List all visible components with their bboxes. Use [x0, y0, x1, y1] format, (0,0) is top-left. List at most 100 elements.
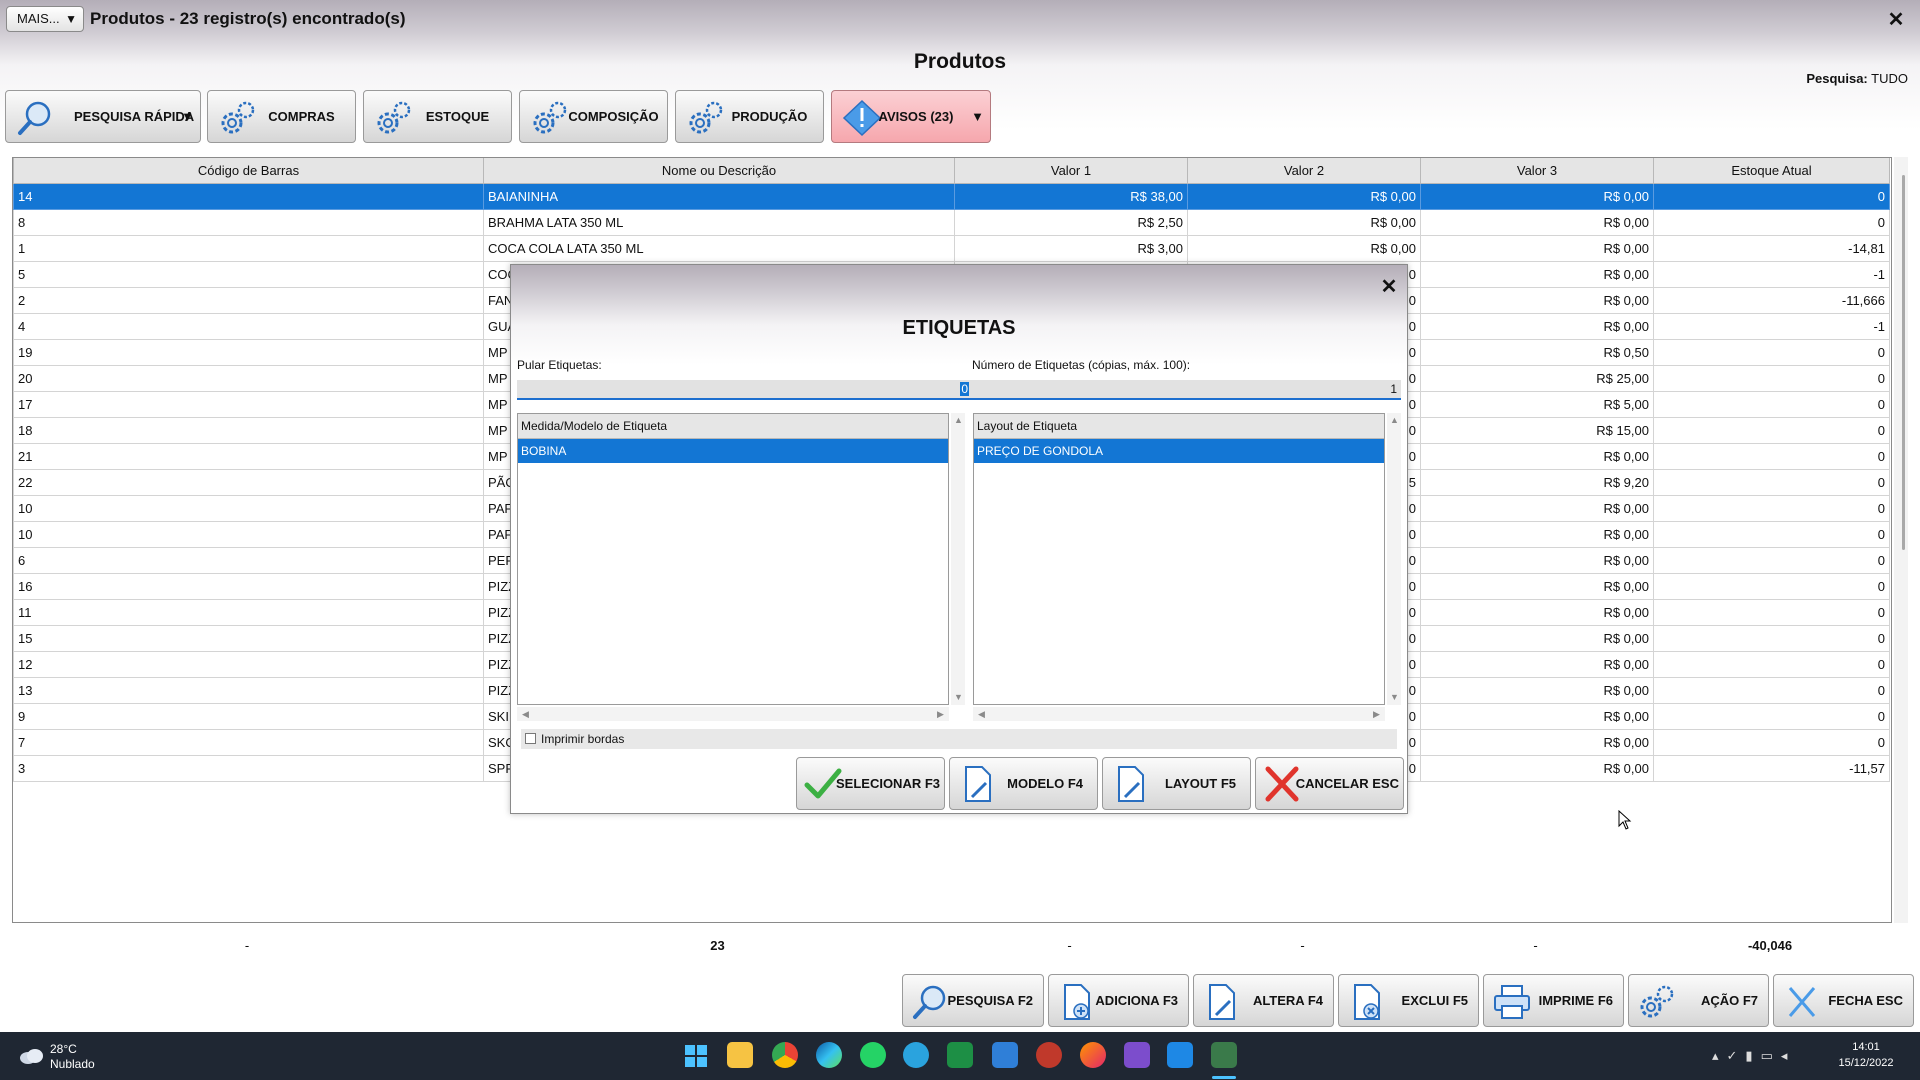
table-scrollbar-thumb[interactable] [1902, 175, 1905, 550]
composition-button[interactable]: COMPOSIÇÃO [519, 90, 668, 143]
cell-value3[interactable]: R$ 0,00 [1420, 495, 1654, 522]
cell-barcode[interactable]: 1 [13, 235, 484, 262]
quick-search-dropdown-icon[interactable]: ▼ [181, 91, 194, 142]
erp-app-icon[interactable] [1211, 1042, 1237, 1068]
search-button[interactable]: PESQUISA F2 [902, 974, 1044, 1027]
label-layout-item[interactable]: PREÇO DE GONDOLA [974, 439, 1384, 463]
scroll-right-icon[interactable]: ▶ [1373, 709, 1380, 720]
cell-value3[interactable]: R$ 25,00 [1420, 365, 1654, 392]
cell-value3[interactable]: R$ 0,00 [1420, 287, 1654, 314]
cancel-button[interactable]: CANCELAR ESC [1255, 757, 1404, 810]
cell-barcode[interactable]: 18 [13, 417, 484, 444]
cell-value3[interactable]: R$ 0,50 [1420, 339, 1654, 366]
close-dialog-button[interactable]: ✕ [1377, 275, 1401, 299]
column-header-barcode[interactable]: Código de Barras [13, 158, 484, 184]
cell-stock[interactable]: 0 [1653, 469, 1890, 496]
column-header-value2[interactable]: Valor 2 [1187, 158, 1421, 184]
chrome-icon[interactable] [772, 1042, 798, 1068]
label-layout-list[interactable]: Layout de Etiqueta PREÇO DE GONDOLA [973, 413, 1385, 705]
cell-barcode[interactable]: 14 [13, 183, 484, 210]
cell-value1[interactable]: R$ 38,00 [954, 183, 1188, 210]
media-icon[interactable] [1124, 1042, 1150, 1068]
cell-name[interactable]: COCA COLA LATA 350 ML [483, 235, 955, 262]
cell-stock[interactable]: 0 [1653, 209, 1890, 236]
telegram-icon[interactable] [903, 1042, 929, 1068]
cell-stock[interactable]: 0 [1653, 573, 1890, 600]
cell-value2[interactable]: R$ 0,00 [1187, 235, 1421, 262]
column-header-value3[interactable]: Valor 3 [1420, 158, 1654, 184]
weather-temperature[interactable]: 28°C [50, 1042, 77, 1056]
cell-value3[interactable]: R$ 0,00 [1420, 261, 1654, 288]
table-scrollbar[interactable] [1894, 157, 1908, 923]
cell-stock[interactable]: 0 [1653, 365, 1890, 392]
scroll-up-icon[interactable]: ▲ [1390, 415, 1399, 425]
cell-barcode[interactable]: 7 [13, 729, 484, 756]
scroll-down-icon[interactable]: ▼ [1390, 692, 1399, 702]
edit-button[interactable]: ALTERA F4 [1193, 974, 1334, 1027]
cell-value3[interactable]: R$ 0,00 [1420, 547, 1654, 574]
alerts-button[interactable]: AVISOS (23) ▼ [831, 90, 991, 143]
cell-value3[interactable]: R$ 15,00 [1420, 417, 1654, 444]
column-header-name[interactable]: Nome ou Descrição [483, 158, 955, 184]
cell-barcode[interactable]: 8 [13, 209, 484, 236]
scroll-down-icon[interactable]: ▼ [954, 692, 963, 702]
cell-stock[interactable]: 0 [1653, 495, 1890, 522]
scroll-right-icon[interactable]: ▶ [937, 709, 944, 720]
cell-barcode[interactable]: 17 [13, 391, 484, 418]
cell-value3[interactable]: R$ 0,00 [1420, 443, 1654, 470]
table-row[interactable]: 14 BAIANINHA R$ 38,00 R$ 0,00 R$ 0,00 0 [13, 183, 1890, 210]
mail-icon[interactable] [1167, 1042, 1193, 1068]
cell-stock[interactable]: 0 [1653, 651, 1890, 678]
label-layout-hscroll[interactable] [973, 707, 1385, 721]
cell-value3[interactable]: R$ 0,00 [1420, 209, 1654, 236]
scroll-left-icon[interactable]: ◀ [978, 709, 985, 720]
select-button[interactable]: SELECIONAR F3 [796, 757, 945, 810]
whatsapp-icon[interactable] [860, 1042, 886, 1068]
cell-value1[interactable]: R$ 3,00 [954, 235, 1188, 262]
windows-start-icon[interactable] [684, 1044, 708, 1068]
cell-barcode[interactable]: 20 [13, 365, 484, 392]
table-row[interactable]: 1 COCA COLA LATA 350 ML R$ 3,00 R$ 0,00 R$ 0… [13, 235, 1890, 262]
cell-value1[interactable]: R$ 2,50 [954, 209, 1188, 236]
action-button[interactable]: AÇÃO F7 [1628, 974, 1769, 1027]
cell-barcode[interactable]: 5 [13, 261, 484, 288]
print-button[interactable]: IMPRIME F6 [1483, 974, 1624, 1027]
cell-value3[interactable]: R$ 0,00 [1420, 521, 1654, 548]
cell-barcode[interactable]: 11 [13, 599, 484, 626]
cell-value3[interactable]: R$ 0,00 [1420, 183, 1654, 210]
cell-stock[interactable]: 0 [1653, 703, 1890, 730]
cell-value3[interactable]: R$ 0,00 [1420, 703, 1654, 730]
cell-value3[interactable]: R$ 5,00 [1420, 391, 1654, 418]
scroll-left-icon[interactable]: ◀ [522, 709, 529, 720]
system-tray-icons[interactable]: ▴✓▮▭◂ [1712, 1048, 1795, 1064]
cell-stock[interactable]: 0 [1653, 625, 1890, 652]
weather-condition[interactable]: Nublado [50, 1057, 95, 1071]
model-button[interactable]: MODELO F4 [949, 757, 1098, 810]
table-row[interactable]: 8 BRAHMA LATA 350 ML R$ 2,50 R$ 0,00 R$ 0,00… [13, 209, 1890, 236]
cell-stock[interactable]: 0 [1653, 183, 1890, 210]
cell-stock[interactable]: -11,57 [1653, 755, 1890, 782]
cell-barcode[interactable]: 6 [13, 547, 484, 574]
label-layout-vscroll[interactable] [1387, 413, 1401, 705]
add-button[interactable]: ADICIONA F3 [1048, 974, 1189, 1027]
cell-barcode[interactable]: 12 [13, 651, 484, 678]
layout-button[interactable]: LAYOUT F5 [1102, 757, 1251, 810]
cell-stock[interactable]: 0 [1653, 391, 1890, 418]
cell-stock[interactable]: 0 [1653, 417, 1890, 444]
cell-stock[interactable]: 0 [1653, 677, 1890, 704]
print-borders-checkbox[interactable] [525, 733, 536, 744]
app-icon[interactable] [992, 1042, 1018, 1068]
cell-stock[interactable]: 0 [1653, 339, 1890, 366]
cell-stock[interactable]: 0 [1653, 521, 1890, 548]
purchases-button[interactable]: COMPRAS [207, 90, 356, 143]
cell-value3[interactable]: R$ 0,00 [1420, 729, 1654, 756]
cell-value3[interactable]: R$ 0,00 [1420, 677, 1654, 704]
cell-value2[interactable]: R$ 0,00 [1187, 209, 1421, 236]
cell-barcode[interactable]: 4 [13, 313, 484, 340]
cell-stock[interactable]: -11,666 [1653, 287, 1890, 314]
cell-value3[interactable]: R$ 0,00 [1420, 313, 1654, 340]
quick-search-button[interactable]: PESQUISA RÁPIDA ▼ [5, 90, 201, 143]
cell-name[interactable]: BAIANINHA [483, 183, 955, 210]
cell-barcode[interactable]: 13 [13, 677, 484, 704]
cell-value3[interactable]: R$ 0,00 [1420, 625, 1654, 652]
